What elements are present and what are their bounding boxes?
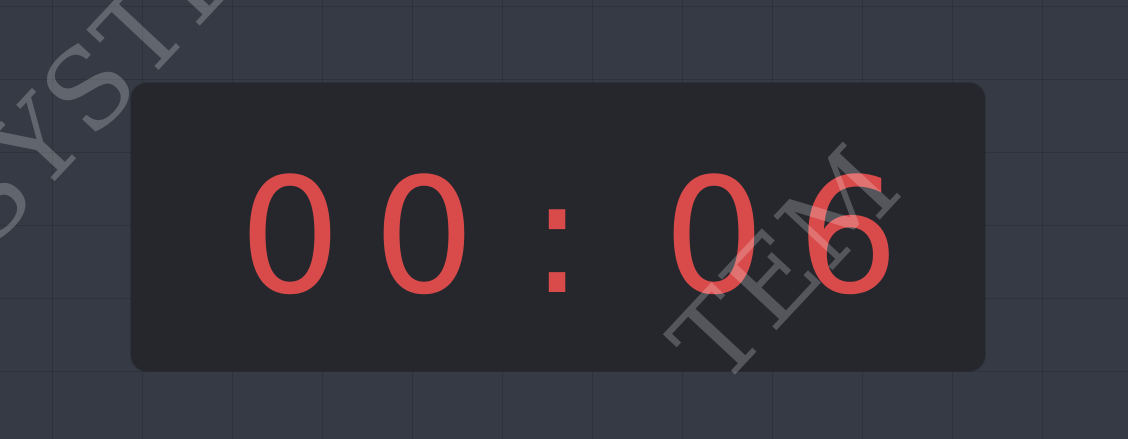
seconds-tens-digit: 0 <box>663 143 765 330</box>
time-separator: : <box>530 143 584 330</box>
minutes-ones-digit: 0 <box>373 143 475 330</box>
seconds-ones-digit: 6 <box>797 143 899 330</box>
timer-panel: 0 0 : 0 6 <box>131 83 985 371</box>
timer-display: 0 0 : 0 6 <box>131 83 985 371</box>
minutes-tens-digit: 0 <box>239 143 341 330</box>
